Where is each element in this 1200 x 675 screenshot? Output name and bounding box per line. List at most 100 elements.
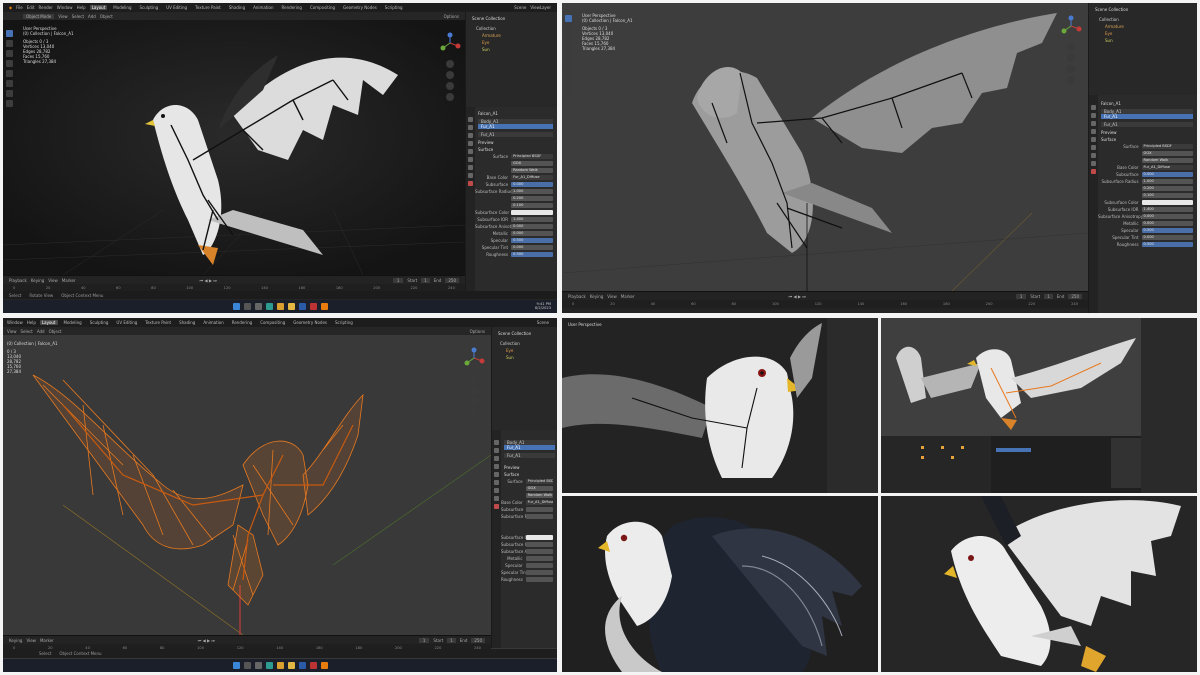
- anisotropy-field[interactable]: 0.000: [511, 224, 553, 229]
- chrome-icon[interactable]: [276, 303, 284, 310]
- rotate-tool-icon[interactable]: [6, 60, 13, 67]
- menu-add[interactable]: Add: [88, 14, 96, 19]
- specular-tint-field[interactable]: [525, 570, 553, 575]
- subsurface-radius-z-field[interactable]: 0.100: [511, 203, 553, 208]
- tab-texture-paint[interactable]: Texture Paint: [143, 320, 173, 325]
- world-tab-icon[interactable]: [468, 149, 473, 154]
- measure-tool-icon[interactable]: [565, 85, 572, 92]
- base-color-field[interactable]: Fur_A1_Diffuse: [511, 175, 553, 180]
- photoshop-icon[interactable]: [298, 303, 306, 310]
- subsurface-color-swatch[interactable]: [525, 535, 553, 540]
- move-tool-icon[interactable]: [565, 35, 572, 42]
- edge-browser-icon[interactable]: [265, 662, 273, 669]
- anisotropy-field[interactable]: [525, 549, 553, 554]
- tab-animation[interactable]: Animation: [251, 5, 275, 10]
- subsurface-radius-y-field[interactable]: 0.200: [511, 196, 553, 201]
- physics-tab-icon[interactable]: [494, 496, 499, 501]
- outliner-item-collection[interactable]: Collection: [466, 25, 557, 32]
- tab-compositing[interactable]: Compositing: [258, 320, 287, 325]
- material-slot-fur[interactable]: Fur_A1: [504, 445, 555, 450]
- current-frame-field[interactable]: 1: [392, 277, 404, 283]
- pan-hand-icon[interactable]: [446, 71, 454, 79]
- move-tool-icon[interactable]: [6, 50, 13, 57]
- render-tab-icon[interactable]: [494, 448, 499, 453]
- timeline-playback-menu[interactable]: Playback: [9, 278, 27, 283]
- transform-tool-icon[interactable]: [565, 65, 572, 72]
- options-button[interactable]: Options: [444, 14, 459, 19]
- timeline-view-menu[interactable]: View: [607, 294, 617, 299]
- grid-icon[interactable]: [446, 93, 454, 101]
- rotate-tool-icon[interactable]: [565, 45, 572, 52]
- zoom-icon[interactable]: [470, 375, 478, 383]
- navigation-gizmo-icon[interactable]: [439, 32, 461, 54]
- edge-browser-icon[interactable]: [265, 303, 273, 310]
- specular-tint-field[interactable]: 0.000: [511, 245, 553, 250]
- tab-rendering[interactable]: Rendering: [280, 5, 304, 10]
- 3d-viewport-wireframe[interactable]: (0) Collection | Falcon_A1 0 / 3 13,040 …: [3, 335, 491, 635]
- output-tab-icon[interactable]: [494, 456, 499, 461]
- subsurface-radius-y-field[interactable]: 0.200: [1141, 186, 1193, 191]
- object-tab-icon[interactable]: [468, 157, 473, 162]
- tab-layout[interactable]: Layout: [39, 320, 58, 325]
- options-button[interactable]: Options: [470, 329, 485, 334]
- tab-geometry-nodes[interactable]: Geometry Nodes: [341, 5, 379, 10]
- outliner-item-collection[interactable]: Collection: [492, 340, 557, 347]
- start-frame-field[interactable]: 1: [421, 277, 430, 283]
- render-tab-icon[interactable]: [468, 125, 473, 130]
- tab-animation[interactable]: Animation: [201, 320, 225, 325]
- tab-layout[interactable]: Layout: [89, 5, 108, 10]
- menu-render[interactable]: Render: [39, 5, 53, 10]
- menu-select[interactable]: Select: [21, 329, 33, 334]
- tab-sculpting[interactable]: Sculpting: [88, 320, 111, 325]
- camera-icon[interactable]: [470, 397, 478, 405]
- timeline-marker-menu[interactable]: Marker: [62, 278, 76, 283]
- timeline-view-menu[interactable]: View: [26, 638, 36, 643]
- menu-help[interactable]: Help: [77, 5, 86, 10]
- tab-shading[interactable]: Shading: [227, 5, 247, 10]
- tool-tab-icon[interactable]: [1091, 105, 1096, 110]
- surface-section[interactable]: Surface: [466, 146, 557, 153]
- start-frame-field[interactable]: 1: [447, 637, 456, 643]
- file-explorer-icon[interactable]: [287, 662, 295, 669]
- object-tab-icon[interactable]: [1091, 145, 1096, 150]
- subsurface-method-field[interactable]: Random Walk: [1141, 158, 1193, 163]
- specular-field[interactable]: 0.500: [1141, 228, 1193, 233]
- zoom-icon[interactable]: [1067, 43, 1075, 51]
- measure-tool-icon[interactable]: [6, 100, 13, 107]
- annotate-tool-icon[interactable]: [565, 75, 572, 82]
- outliner-item-eye[interactable]: Eye: [1089, 30, 1197, 37]
- scene-tab-icon[interactable]: [1091, 129, 1096, 134]
- tab-rendering[interactable]: Rendering: [230, 320, 254, 325]
- photoshop-icon[interactable]: [298, 662, 306, 669]
- world-tab-icon[interactable]: [1091, 137, 1096, 142]
- timeline-marker-menu[interactable]: Marker: [40, 638, 54, 643]
- specular-field[interactable]: [525, 563, 553, 568]
- timeline-keying-menu[interactable]: Keying: [590, 294, 603, 299]
- zoom-icon[interactable]: [446, 60, 454, 68]
- menu-file[interactable]: File: [16, 5, 23, 10]
- subsurface-method-field[interactable]: Random Walk: [511, 168, 553, 173]
- material-name-field[interactable]: Fur_A1: [504, 453, 555, 458]
- subsurface-radius-x-field[interactable]: [525, 514, 553, 519]
- outliner-item-sun[interactable]: Sun: [466, 46, 557, 53]
- outliner-item-sun[interactable]: Sun: [1089, 37, 1197, 44]
- render-tab-icon[interactable]: [1091, 113, 1096, 118]
- tab-texture-paint[interactable]: Texture Paint: [193, 5, 223, 10]
- distribution-field[interactable]: GGX: [1141, 151, 1193, 156]
- scale-tool-icon[interactable]: [565, 55, 572, 62]
- subsurface-method-field[interactable]: Random Walk: [525, 493, 553, 498]
- select-box-tool-icon[interactable]: [565, 15, 572, 22]
- play-controls-icon[interactable]: ⏮ ◀ ▶ ⏭: [789, 294, 806, 299]
- preview-section[interactable]: Preview: [492, 464, 557, 471]
- material-slot-fur[interactable]: Fur_A1: [478, 124, 553, 129]
- menu-select[interactable]: Select: [72, 14, 84, 19]
- outliner-item-armature[interactable]: Armature: [466, 32, 557, 39]
- navigation-gizmo-icon[interactable]: [463, 347, 485, 369]
- subsurface-field[interactable]: 0.000: [511, 182, 553, 187]
- end-frame-field[interactable]: 250: [445, 277, 459, 283]
- windows-start-icon[interactable]: [232, 662, 240, 669]
- specular-tint-field[interactable]: 0.000: [1141, 235, 1193, 240]
- specular-field[interactable]: 0.500: [511, 238, 553, 243]
- world-tab-icon[interactable]: [494, 472, 499, 477]
- outliner-item-armature[interactable]: Armature: [1089, 23, 1197, 30]
